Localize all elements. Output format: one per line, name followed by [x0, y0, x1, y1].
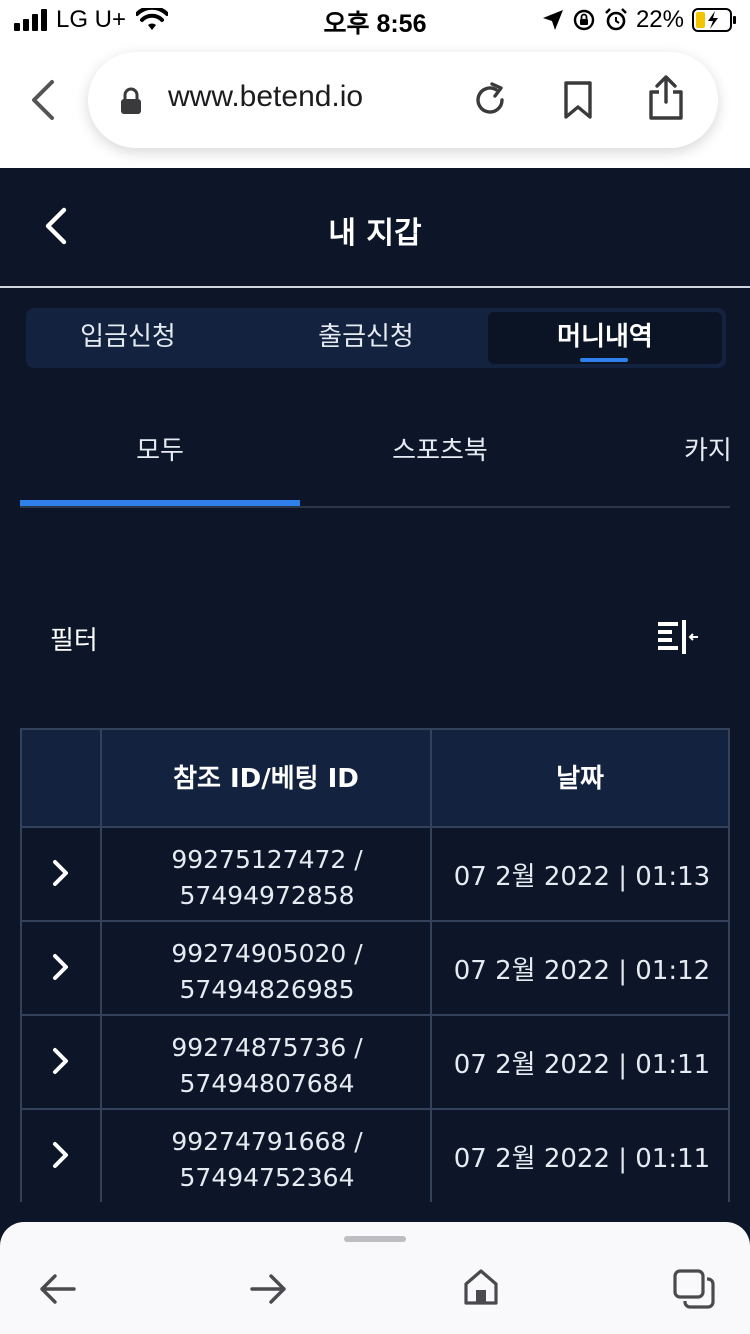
home-icon[interactable] — [462, 1268, 500, 1306]
chevron-right-icon[interactable] — [50, 1046, 72, 1076]
transaction-table: 참조 ID/베팅 ID 날짜 99275127472 / 57494972858… — [20, 728, 730, 1202]
category-tabs: 모두 스포츠북 카지노 — [20, 400, 730, 508]
bet-id: 57494807684 — [179, 1069, 355, 1098]
share-icon[interactable] — [646, 74, 686, 122]
subtab-sportsbook[interactable]: 스포츠북 — [300, 430, 580, 467]
ref-id: 99275127472 / — [171, 845, 363, 874]
rotation-lock-icon — [573, 9, 595, 31]
browser-toolbar: www.betend.io — [0, 40, 750, 168]
url-text: www.betend.io — [168, 80, 364, 113]
location-arrow-icon — [542, 10, 563, 30]
chevron-right-icon[interactable] — [50, 858, 72, 888]
bet-id: 57494972858 — [179, 881, 355, 910]
grab-handle[interactable] — [344, 1236, 406, 1242]
chevron-right-icon[interactable] — [50, 952, 72, 982]
ref-id: 99274875736 / — [171, 1033, 363, 1062]
ref-bet-id: 99274905020 / 57494826985 — [102, 936, 432, 1008]
header-ref-id: 참조 ID/베팅 ID — [173, 764, 359, 794]
column-divider — [430, 728, 432, 1202]
tab-deposit[interactable]: 입금신청 — [26, 308, 230, 368]
address-bar[interactable]: www.betend.io — [88, 52, 718, 148]
table-row[interactable]: 99275127472 / 57494972858 07 2월 2022 | 0… — [20, 828, 730, 922]
filter-toggle-icon[interactable] — [656, 618, 700, 658]
row-date: 07 2월 2022 | 01:11 — [453, 1144, 711, 1174]
table-row[interactable]: 99274905020 / 57494826985 07 2월 2022 | 0… — [20, 922, 730, 1016]
row-date: 07 2월 2022 | 01:13 — [453, 862, 711, 892]
bet-id: 57494826985 — [179, 975, 355, 1004]
wallet-segment-tabs: 입금신청 출금신청 머니내역 — [26, 308, 726, 368]
bookmark-icon[interactable] — [560, 80, 596, 120]
status-bar: LG U+ 오후 8:56 22% — [0, 0, 750, 40]
reload-icon[interactable] — [470, 80, 510, 120]
subtab-all[interactable]: 모두 — [20, 430, 300, 467]
lock-icon — [121, 87, 141, 114]
header-expand-col — [22, 730, 100, 830]
chevron-right-icon[interactable] — [50, 1140, 72, 1170]
active-tab-underline — [580, 358, 628, 362]
bet-id: 57494752364 — [179, 1163, 355, 1192]
battery-percent: 22% — [635, 6, 684, 33]
table-row[interactable]: 99274791668 / 57494752364 07 2월 2022 | 0… — [20, 1110, 730, 1202]
column-divider — [100, 728, 102, 1202]
subtab-indicator — [20, 500, 300, 506]
tab-money-history-label: 머니내역 — [557, 322, 653, 352]
table-row[interactable]: 99274875736 / 57494807684 07 2월 2022 | 0… — [20, 1016, 730, 1110]
header-date: 날짜 — [556, 764, 604, 794]
battery-charging-icon — [692, 8, 736, 32]
nav-forward-icon[interactable] — [250, 1272, 288, 1306]
tabs-icon[interactable] — [672, 1268, 716, 1310]
subtab-casino[interactable]: 카지노 — [684, 430, 730, 467]
row-date: 07 2월 2022 | 01:11 — [453, 1050, 711, 1080]
tab-money-history[interactable]: 머니내역 — [488, 312, 722, 364]
ref-bet-id: 99274791668 / 57494752364 — [102, 1124, 432, 1196]
ref-id: 99274905020 / — [171, 939, 363, 968]
page-title: 내 지갑 — [328, 216, 422, 251]
ref-bet-id: 99274875736 / 57494807684 — [102, 1030, 432, 1102]
tab-withdraw[interactable]: 출금신청 — [264, 308, 468, 368]
ref-bet-id: 99275127472 / 57494972858 — [102, 842, 432, 914]
ref-id: 99274791668 / — [171, 1127, 363, 1156]
alarm-icon — [605, 8, 627, 31]
app-header: 내 지갑 — [0, 168, 750, 288]
browser-bottom-bar — [0, 1222, 750, 1334]
table-header: 참조 ID/베팅 ID 날짜 — [20, 728, 730, 828]
browser-back-icon[interactable] — [24, 78, 64, 122]
nav-back-icon[interactable] — [38, 1272, 76, 1306]
row-date: 07 2월 2022 | 01:12 — [453, 956, 711, 986]
filter-label: 필터 — [50, 626, 98, 656]
